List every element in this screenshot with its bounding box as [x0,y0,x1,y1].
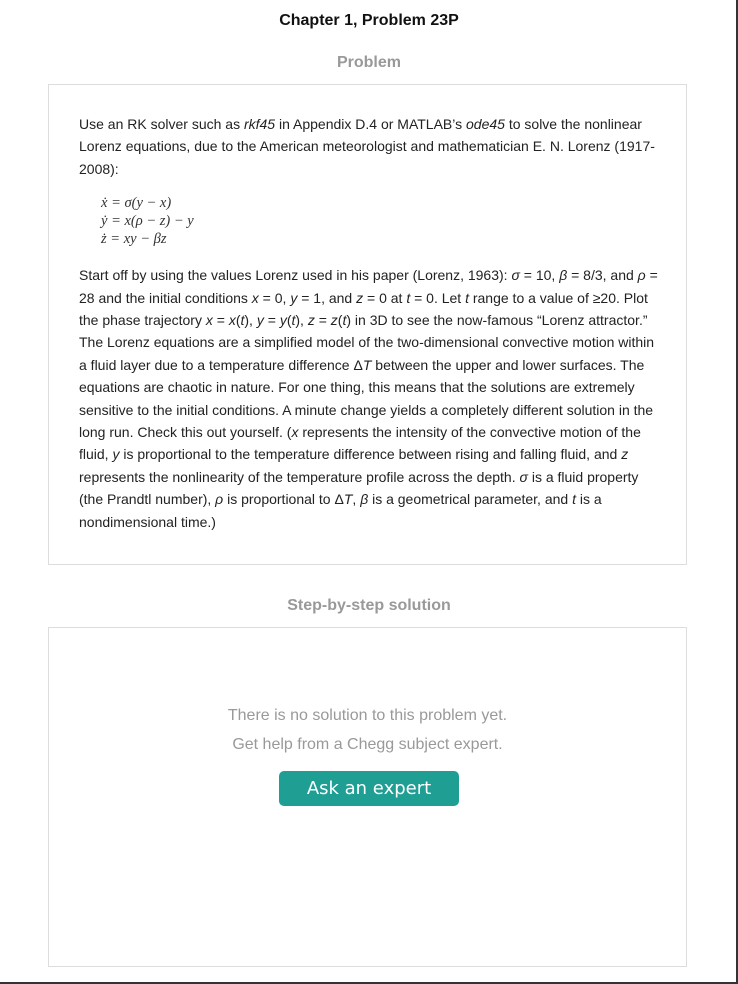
equation-x-dot: ẋ = σ(y − x) [101,195,172,212]
problem-body: Start off by using the values Lorenz use… [79,267,658,530]
ask-an-expert-button[interactable]: Ask an expert [279,771,459,806]
problem-heading: Problem [336,54,401,71]
expert-help-message: Get help from a Chegg subject expert. [232,736,503,753]
rkf45-term: rkf45 [243,116,276,132]
problem-box: Use an RK solver such as rkf45 in Append… [48,84,687,565]
no-solution-message: There is no solution to this problem yet… [227,707,508,724]
solution-heading: Step-by-step solution [287,597,451,614]
ode45-term: ode45 [466,116,505,132]
equation-y-dot: ẏ = x(ρ − z) − y [101,213,194,230]
lorenz-equations: ẋ = σ(y − x) ẏ = x(ρ − z) − y ż = xy − β… [101,194,660,248]
equation-z-dot: ż = xy − βz [101,231,167,248]
intro-text: in Appendix D.4 or MATLAB’s [275,116,467,132]
chapter-title: Chapter 1, Problem 23P [279,12,459,29]
problem-intro: Use an RK solver such as rkf45 in Append… [79,113,660,180]
solution-box: There is no solution to this problem yet… [48,627,687,967]
intro-text: Use an RK solver such as [79,116,244,132]
